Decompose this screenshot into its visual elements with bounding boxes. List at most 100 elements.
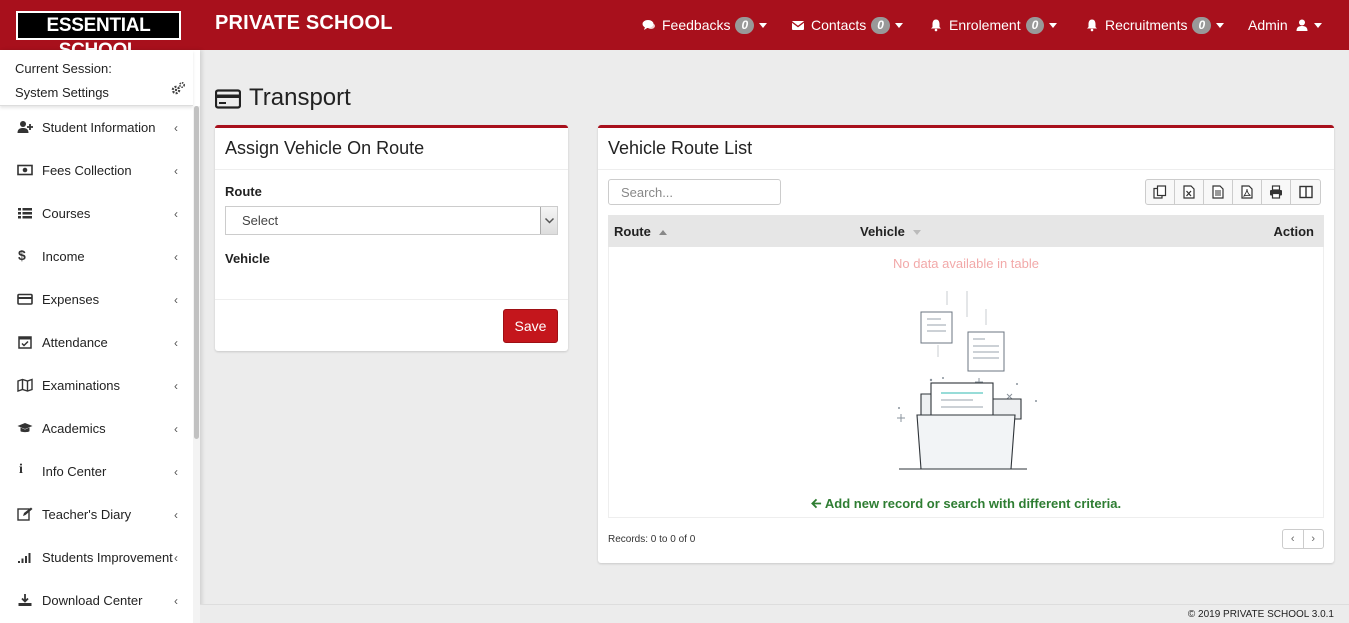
add-record-hint[interactable]: Add new record or search with different … xyxy=(609,496,1323,511)
copy-button[interactable] xyxy=(1146,180,1175,204)
search-input[interactable] xyxy=(608,179,781,205)
sidebar-item-student-information[interactable]: Student Information ‹ xyxy=(0,106,193,149)
assign-panel-divider xyxy=(215,299,568,300)
nav-enrolement-label: Enrolement xyxy=(949,17,1021,33)
sidebar-item-expenses[interactable]: Expenses ‹ xyxy=(0,278,193,321)
sidebar-item-examinations[interactable]: Examinations ‹ xyxy=(0,364,193,407)
export-toolbar xyxy=(1145,179,1321,205)
gears-icon[interactable] xyxy=(170,81,186,97)
bell-icon xyxy=(1085,18,1099,32)
excel-button[interactable] xyxy=(1175,180,1204,204)
user-plus-icon xyxy=(17,120,33,134)
nav-contacts-label: Contacts xyxy=(811,17,867,33)
feedbacks-count-badge: 0 xyxy=(735,16,755,34)
chevron-left-icon: ‹ xyxy=(174,594,178,608)
empty-folder-illustration xyxy=(891,291,1041,476)
route-select[interactable]: Select xyxy=(225,206,558,235)
next-page-button[interactable]: › xyxy=(1304,530,1324,548)
user-icon xyxy=(1295,18,1309,32)
download-icon xyxy=(17,593,33,607)
sidebar-item-label: Courses xyxy=(42,206,91,221)
sidebar: Current Session: System Settings Student… xyxy=(0,50,200,623)
sidebar-item-academics[interactable]: Academics ‹ xyxy=(0,407,193,450)
sidebar-item-courses[interactable]: Courses ‹ xyxy=(0,192,193,235)
chevron-down-icon xyxy=(1313,22,1322,28)
chevron-left-icon: ‹ xyxy=(174,379,178,393)
column-header-action: Action xyxy=(1273,224,1314,239)
print-button[interactable] xyxy=(1262,180,1291,204)
chevron-left-icon: ‹ xyxy=(174,465,178,479)
sidebar-item-fees-collection[interactable]: Fees Collection ‹ xyxy=(0,149,193,192)
column-header-vehicle[interactable]: Vehicle xyxy=(860,224,921,239)
vehicle-route-list-panel: Vehicle Route List Route Vehicle Action … xyxy=(598,125,1334,563)
print-icon xyxy=(1270,185,1282,199)
sidebar-scrollbar-thumb[interactable] xyxy=(194,106,199,439)
save-button[interactable]: Save xyxy=(503,309,558,343)
money-icon xyxy=(17,163,33,177)
logo-area: ESSENTIAL SCHOOL xyxy=(0,0,200,61)
sidebar-item-label: Expenses xyxy=(42,292,100,307)
envelope-icon xyxy=(791,18,805,32)
chevron-left-icon: ‹ xyxy=(174,551,178,565)
chevron-left-icon: ‹ xyxy=(174,207,178,221)
nav-admin[interactable]: Admin xyxy=(1248,0,1322,50)
add-record-hint-text: Add new record or search with different … xyxy=(824,496,1122,511)
credit-card-icon xyxy=(214,88,242,109)
calendar-check-icon xyxy=(17,335,33,349)
sidebar-item-students-improvement[interactable]: Students Improvement ‹ xyxy=(0,536,193,579)
credit-card-icon xyxy=(17,292,33,306)
sidebar-item-info-center[interactable]: i Info Center ‹ xyxy=(0,450,193,493)
graduation-cap-icon xyxy=(17,421,33,435)
chevron-left-icon: ‹ xyxy=(174,336,178,350)
nav-recruitments-label: Recruitments xyxy=(1105,17,1188,33)
school-logo[interactable]: ESSENTIAL SCHOOL xyxy=(16,11,181,61)
nav-contacts[interactable]: Contacts 0 xyxy=(791,0,903,50)
column-header-route-label: Route xyxy=(614,224,651,239)
column-header-vehicle-label: Vehicle xyxy=(860,224,905,239)
session-panel: Current Session: System Settings xyxy=(0,50,193,106)
nav-feedbacks-label: Feedbacks xyxy=(662,17,731,33)
vehicle-label: Vehicle xyxy=(225,251,270,266)
columns-button[interactable] xyxy=(1291,180,1320,204)
sidebar-item-label: Teacher's Diary xyxy=(42,507,132,522)
page-title: Transport xyxy=(214,84,351,112)
top-navbar: ESSENTIAL SCHOOL PRIVATE SCHOOL Feedback… xyxy=(0,0,1349,61)
file-text-icon xyxy=(1212,185,1224,199)
chevron-down-icon xyxy=(544,217,555,224)
map-icon xyxy=(17,378,33,392)
nav-recruitments[interactable]: Recruitments 0 xyxy=(1085,0,1225,50)
enrolement-count-badge: 0 xyxy=(1025,16,1045,34)
chevron-left-icon: ‹ xyxy=(174,508,178,522)
current-session-label: Current Session: xyxy=(15,61,112,76)
previous-page-button[interactable]: ‹ xyxy=(1283,530,1304,548)
chevron-left-icon: ‹ xyxy=(174,422,178,436)
chevron-down-icon xyxy=(759,22,768,28)
nav-enrolement[interactable]: Enrolement 0 xyxy=(929,0,1058,50)
info-icon: i xyxy=(19,462,23,477)
sidebar-item-attendance[interactable]: Attendance ‹ xyxy=(0,321,193,364)
copyright-text: © 2019 PRIVATE SCHOOL 3.0.1 xyxy=(1187,609,1334,620)
sidebar-item-download-center[interactable]: Download Center ‹ xyxy=(0,579,193,622)
system-settings-link[interactable]: System Settings xyxy=(15,85,109,100)
route-label: Route xyxy=(225,184,262,199)
select-dropdown-button[interactable] xyxy=(540,207,557,234)
sidebar-item-income[interactable]: $ Income ‹ xyxy=(0,235,193,278)
no-data-message: No data available in table xyxy=(893,256,1039,271)
assign-panel-title: Assign Vehicle On Route xyxy=(225,138,425,158)
file-pdf-icon xyxy=(1241,185,1253,199)
column-header-route[interactable]: Route xyxy=(614,224,667,239)
dollar-icon: $ xyxy=(18,247,26,263)
nav-feedbacks[interactable]: Feedbacks 0 xyxy=(642,0,768,50)
arrow-left-icon xyxy=(810,498,821,509)
admin-label: Admin xyxy=(1248,17,1288,33)
sidebar-item-label: Attendance xyxy=(42,335,108,350)
sidebar-item-teachers-diary[interactable]: Teacher's Diary ‹ xyxy=(0,493,193,536)
csv-button[interactable] xyxy=(1204,180,1233,204)
chevron-left-icon: ‹ xyxy=(174,250,178,264)
assign-vehicle-panel: Assign Vehicle On Route Route Select Veh… xyxy=(215,125,568,351)
assign-panel-header: Assign Vehicle On Route xyxy=(215,128,568,170)
brand-title[interactable]: PRIVATE SCHOOL xyxy=(215,12,393,35)
copy-icon xyxy=(1153,185,1167,199)
pdf-button[interactable] xyxy=(1233,180,1262,204)
sort-asc-icon xyxy=(658,230,667,236)
